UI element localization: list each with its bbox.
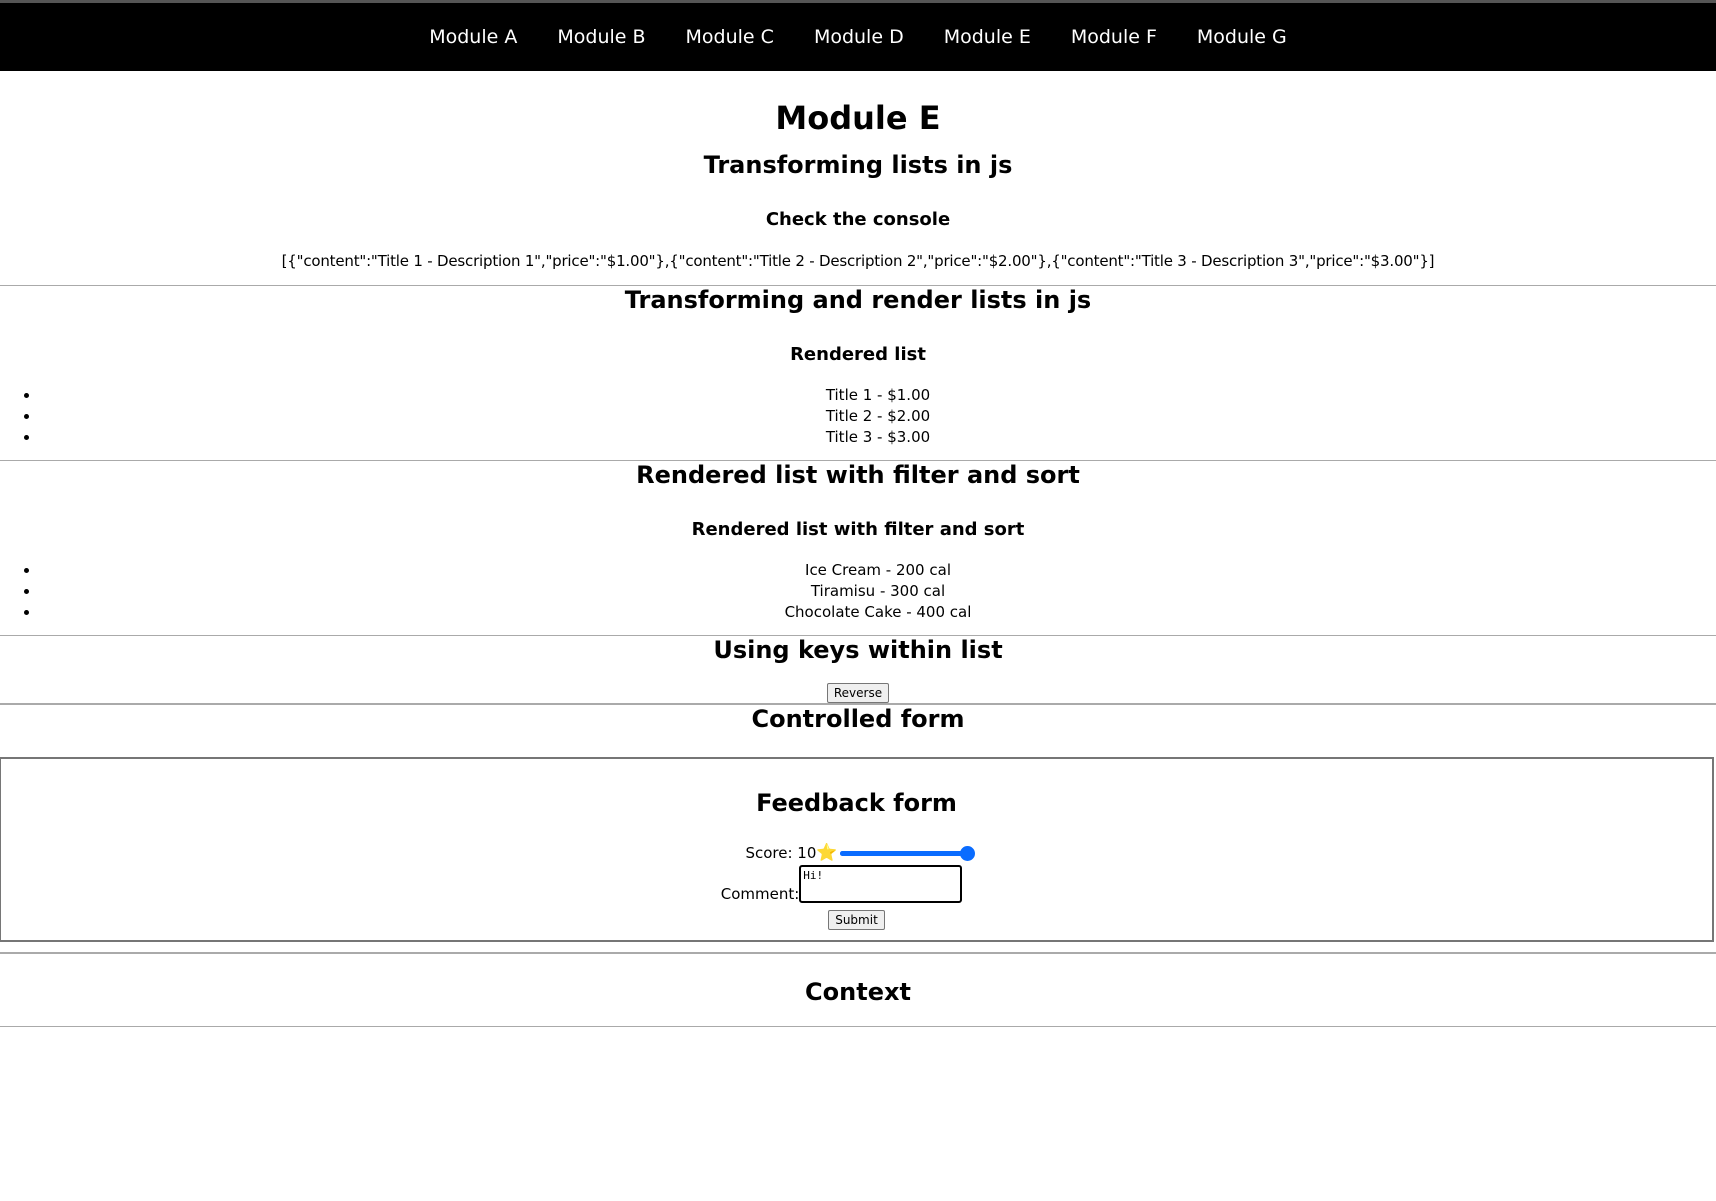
section-heading: Transforming lists in js	[703, 151, 1013, 179]
nav-item-module-e[interactable]: Module E	[944, 26, 1031, 48]
section-render-lists: Transforming and render lists in js Rend…	[0, 286, 1716, 461]
list-item: Chocolate Cake - 400 cal	[40, 602, 1716, 623]
star-icon: ⭐	[816, 843, 838, 863]
section-controlled-form: Controlled form Feedback form Score: 10 …	[0, 704, 1716, 953]
page-title: Module E	[775, 99, 941, 137]
main-content: Module E Transforming lists in js Check …	[0, 99, 1716, 1027]
nav-item-module-f[interactable]: Module F	[1071, 26, 1157, 48]
list-item: Title 2 - $2.00	[40, 406, 1716, 427]
slider-thumb[interactable]	[959, 846, 975, 861]
comment-label: Comment:	[720, 885, 800, 903]
top-nav: Module A Module B Module C Module D Modu…	[0, 3, 1716, 71]
nav-item-module-g[interactable]: Module G	[1197, 26, 1287, 48]
section-keys: Using keys within list Reverse	[0, 636, 1716, 704]
section-transforming-lists: Transforming lists in js Check the conso…	[0, 151, 1716, 286]
reverse-button[interactable]: Reverse	[826, 683, 890, 703]
section-heading: Context	[805, 978, 911, 1006]
json-output: [{"content":"Title 1 - Description 1","p…	[281, 252, 1435, 270]
score-row: Score: 10 ⭐	[1, 843, 1712, 863]
rendered-list: Title 1 - $1.00 Title 2 - $2.00 Title 3 …	[0, 385, 1716, 460]
section-heading: Transforming and render lists in js	[624, 286, 1092, 314]
list-item: Title 1 - $1.00	[40, 385, 1716, 406]
section-subheading: Rendered list with filter and sort	[691, 519, 1025, 540]
nav-item-module-a[interactable]: Module A	[429, 26, 517, 48]
list-item: Tiramisu - 300 cal	[40, 581, 1716, 602]
section-subheading: Rendered list	[790, 344, 926, 365]
filtered-list: Ice Cream - 200 cal Tiramisu - 300 cal C…	[0, 560, 1716, 635]
section-heading: Controlled form	[751, 705, 965, 733]
list-item: Ice Cream - 200 cal	[40, 560, 1716, 581]
nav-item-module-d[interactable]: Module D	[814, 26, 904, 48]
feedback-form: Feedback form Score: 10 ⭐ Comment: Hi! S…	[0, 757, 1714, 942]
nav-item-module-b[interactable]: Module B	[557, 26, 645, 48]
comment-field[interactable]: Hi!	[799, 865, 963, 903]
section-heading: Using keys within list	[713, 636, 1003, 664]
nav-item-module-c[interactable]: Module C	[686, 26, 774, 48]
score-slider[interactable]	[839, 845, 975, 861]
slider-fill	[839, 851, 968, 856]
form-heading: Feedback form	[756, 789, 957, 817]
section-subheading: Check the console	[765, 209, 951, 230]
comment-row: Comment: Hi!	[0, 865, 1712, 903]
section-context: Context	[0, 953, 1716, 1027]
list-item: Title 3 - $3.00	[40, 427, 1716, 448]
section-filter-sort: Rendered list with filter and sort Rende…	[0, 461, 1716, 636]
section-heading: Rendered list with filter and sort	[636, 461, 1080, 489]
score-label: Score: 10	[745, 844, 817, 862]
submit-button[interactable]: Submit	[828, 910, 885, 930]
